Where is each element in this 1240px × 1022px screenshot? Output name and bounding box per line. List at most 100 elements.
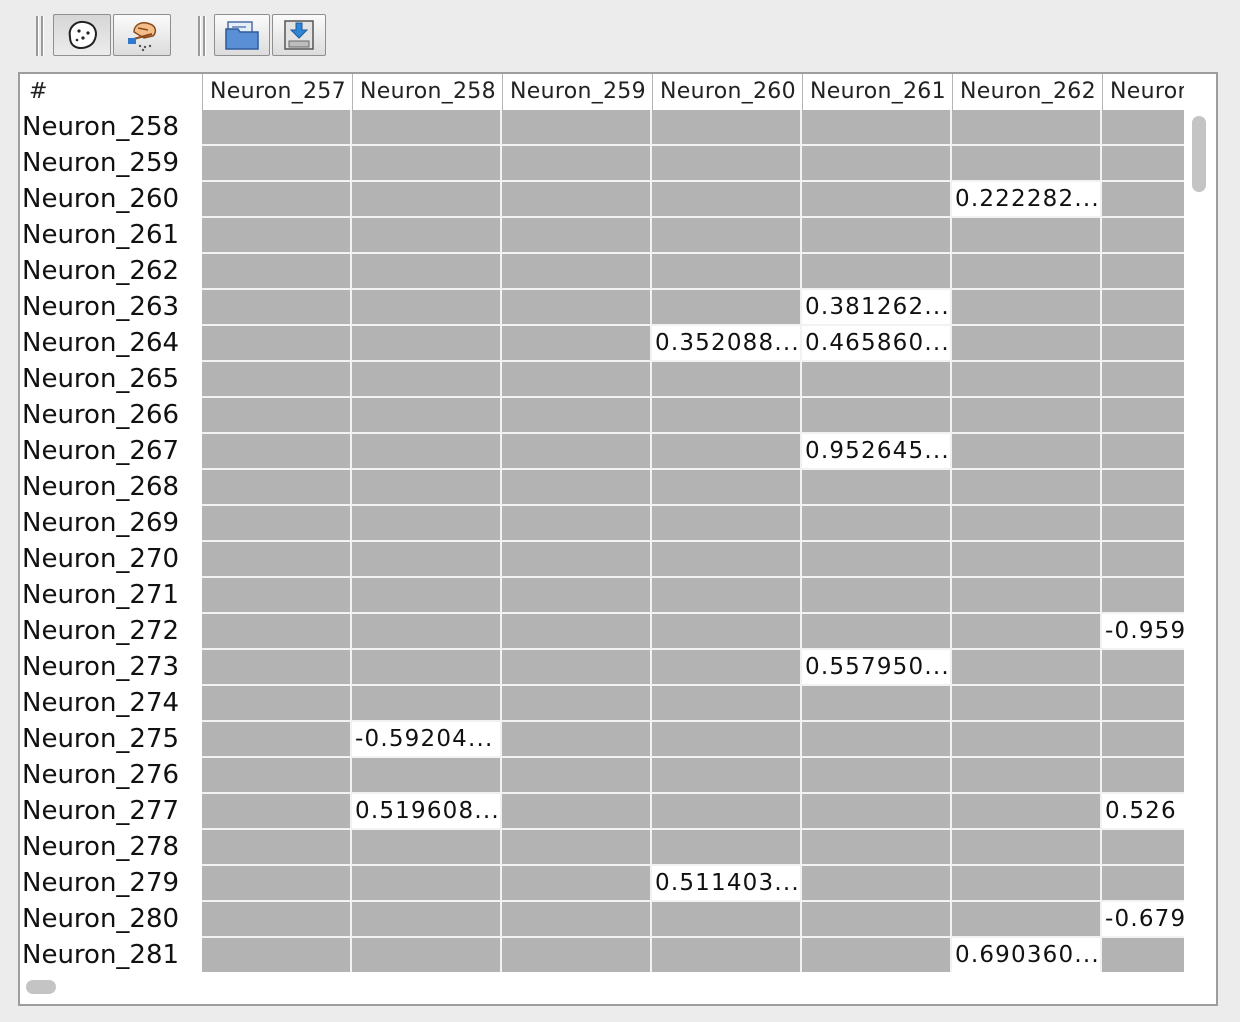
- empty-cell[interactable]: [502, 470, 652, 506]
- empty-cell[interactable]: [502, 686, 652, 722]
- empty-cell[interactable]: [802, 794, 952, 830]
- empty-cell[interactable]: [1102, 362, 1184, 398]
- empty-cell[interactable]: [202, 254, 352, 290]
- save-button[interactable]: [272, 14, 326, 56]
- weight-cell[interactable]: 0.952645...: [802, 434, 952, 470]
- empty-cell[interactable]: [952, 686, 1102, 722]
- empty-cell[interactable]: [202, 830, 352, 866]
- empty-cell[interactable]: [802, 866, 952, 902]
- empty-cell[interactable]: [1102, 686, 1184, 722]
- empty-cell[interactable]: [352, 182, 502, 218]
- empty-cell[interactable]: [802, 362, 952, 398]
- empty-cell[interactable]: [1102, 650, 1184, 686]
- empty-cell[interactable]: [502, 542, 652, 578]
- empty-cell[interactable]: [202, 650, 352, 686]
- empty-cell[interactable]: [652, 434, 802, 470]
- empty-cell[interactable]: [502, 830, 652, 866]
- empty-cell[interactable]: [202, 614, 352, 650]
- weight-cell[interactable]: 0.526: [1102, 794, 1184, 830]
- empty-cell[interactable]: [652, 254, 802, 290]
- empty-cell[interactable]: [202, 506, 352, 542]
- empty-cell[interactable]: [502, 326, 652, 362]
- empty-cell[interactable]: [352, 830, 502, 866]
- empty-cell[interactable]: [952, 362, 1102, 398]
- empty-cell[interactable]: [1102, 110, 1184, 146]
- empty-cell[interactable]: [652, 182, 802, 218]
- empty-cell[interactable]: [802, 146, 952, 182]
- empty-cell[interactable]: [652, 938, 802, 972]
- empty-cell[interactable]: [952, 434, 1102, 470]
- empty-cell[interactable]: [802, 110, 952, 146]
- empty-cell[interactable]: [952, 866, 1102, 902]
- empty-cell[interactable]: [352, 146, 502, 182]
- weight-cell[interactable]: 0.465860...: [802, 326, 952, 362]
- empty-cell[interactable]: [652, 614, 802, 650]
- empty-cell[interactable]: [352, 218, 502, 254]
- empty-cell[interactable]: [352, 110, 502, 146]
- empty-cell[interactable]: [202, 146, 352, 182]
- empty-cell[interactable]: [802, 578, 952, 614]
- empty-cell[interactable]: [352, 254, 502, 290]
- empty-cell[interactable]: [952, 290, 1102, 326]
- empty-cell[interactable]: [802, 218, 952, 254]
- empty-cell[interactable]: [952, 650, 1102, 686]
- column-header[interactable]: Neuron_261: [802, 74, 952, 110]
- empty-cell[interactable]: [952, 578, 1102, 614]
- empty-cell[interactable]: [352, 866, 502, 902]
- horizontal-scrollbar[interactable]: [20, 972, 1216, 1004]
- empty-cell[interactable]: [652, 578, 802, 614]
- empty-cell[interactable]: [652, 542, 802, 578]
- vertical-scroll-thumb[interactable]: [1192, 116, 1206, 192]
- empty-cell[interactable]: [352, 470, 502, 506]
- empty-cell[interactable]: [202, 758, 352, 794]
- empty-cell[interactable]: [502, 578, 652, 614]
- weight-cell[interactable]: -0.59204...: [352, 722, 502, 758]
- empty-cell[interactable]: [952, 542, 1102, 578]
- empty-cell[interactable]: [502, 254, 652, 290]
- empty-cell[interactable]: [1102, 938, 1184, 972]
- empty-cell[interactable]: [502, 614, 652, 650]
- weight-cell[interactable]: 0.519608...: [352, 794, 502, 830]
- select-neuron-button[interactable]: [113, 14, 171, 56]
- toolbar-grip[interactable]: [36, 16, 44, 56]
- empty-cell[interactable]: [1102, 830, 1184, 866]
- column-header[interactable]: Neuron_257: [202, 74, 352, 110]
- empty-cell[interactable]: [502, 866, 652, 902]
- empty-cell[interactable]: [802, 398, 952, 434]
- empty-cell[interactable]: [802, 758, 952, 794]
- empty-cell[interactable]: [202, 902, 352, 938]
- empty-cell[interactable]: [202, 794, 352, 830]
- weight-cell[interactable]: 0.381262...: [802, 290, 952, 326]
- empty-cell[interactable]: [952, 254, 1102, 290]
- empty-cell[interactable]: [1102, 758, 1184, 794]
- empty-cell[interactable]: [502, 182, 652, 218]
- column-header[interactable]: Neuron_262: [952, 74, 1102, 110]
- empty-cell[interactable]: [352, 290, 502, 326]
- empty-cell[interactable]: [202, 326, 352, 362]
- column-header[interactable]: Neuron_258: [352, 74, 502, 110]
- empty-cell[interactable]: [802, 722, 952, 758]
- empty-cell[interactable]: [202, 290, 352, 326]
- empty-cell[interactable]: [952, 794, 1102, 830]
- empty-cell[interactable]: [652, 758, 802, 794]
- empty-cell[interactable]: [802, 902, 952, 938]
- empty-cell[interactable]: [802, 686, 952, 722]
- empty-cell[interactable]: [352, 362, 502, 398]
- empty-cell[interactable]: [502, 398, 652, 434]
- weight-cell[interactable]: 0.690360...: [952, 938, 1102, 972]
- empty-cell[interactable]: [802, 614, 952, 650]
- empty-cell[interactable]: [502, 146, 652, 182]
- weight-cell[interactable]: 0.557950...: [802, 650, 952, 686]
- empty-cell[interactable]: [502, 722, 652, 758]
- empty-cell[interactable]: [1102, 326, 1184, 362]
- empty-cell[interactable]: [952, 110, 1102, 146]
- empty-cell[interactable]: [1102, 218, 1184, 254]
- empty-cell[interactable]: [1102, 254, 1184, 290]
- empty-cell[interactable]: [202, 542, 352, 578]
- empty-cell[interactable]: [202, 686, 352, 722]
- empty-cell[interactable]: [952, 470, 1102, 506]
- empty-cell[interactable]: [202, 470, 352, 506]
- empty-cell[interactable]: [502, 434, 652, 470]
- empty-cell[interactable]: [202, 218, 352, 254]
- empty-cell[interactable]: [202, 398, 352, 434]
